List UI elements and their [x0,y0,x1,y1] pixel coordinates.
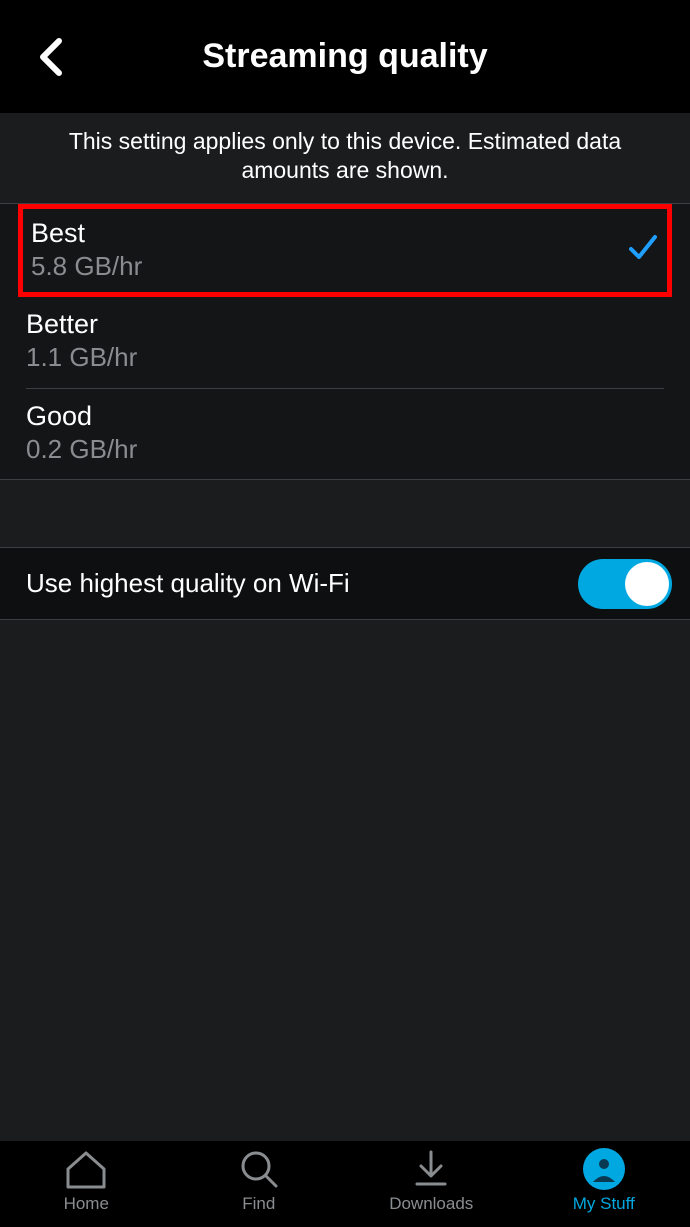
nav-label: Home [64,1194,109,1214]
bottom-nav: Home Find Downloads [0,1141,690,1227]
quality-option-title: Better [26,308,137,340]
home-icon [64,1148,108,1190]
empty-area [0,620,690,1141]
quality-option-sub: 0.2 GB/hr [26,434,137,465]
avatar-icon [583,1148,625,1190]
wifi-quality-toggle[interactable] [578,559,672,609]
nav-label: Downloads [389,1194,473,1214]
quality-option-best[interactable]: Best 5.8 GB/hr [23,209,667,293]
quality-option-better[interactable]: Better 1.1 GB/hr [0,297,690,388]
chevron-left-icon [37,65,63,80]
quality-options-list: Best 5.8 GB/hr Better 1.1 GB/hr Good [0,204,690,481]
header: Streaming quality [0,0,690,113]
quality-option-best-highlight: Best 5.8 GB/hr [18,204,672,298]
quality-option-title: Best [31,217,142,249]
nav-my-stuff[interactable]: My Stuff [518,1148,690,1214]
search-icon [238,1148,280,1190]
quality-option-sub: 1.1 GB/hr [26,342,137,373]
quality-option-title: Good [26,400,137,432]
back-button[interactable] [30,37,70,77]
download-icon [411,1148,451,1190]
quality-option-good[interactable]: Good 0.2 GB/hr [0,389,690,480]
section-gap [0,480,690,548]
quality-option-sub: 5.8 GB/hr [31,251,142,282]
nav-find[interactable]: Find [173,1148,346,1214]
checkmark-icon [627,231,659,268]
wifi-quality-row: Use highest quality on Wi-Fi [0,548,690,620]
toggle-knob [625,562,669,606]
nav-home[interactable]: Home [0,1148,173,1214]
page-title: Streaming quality [202,37,487,76]
nav-label: Find [242,1194,275,1214]
nav-label: My Stuff [573,1194,635,1214]
wifi-quality-label: Use highest quality on Wi-Fi [26,568,350,599]
nav-downloads[interactable]: Downloads [345,1148,518,1214]
info-banner: This setting applies only to this device… [0,113,690,204]
